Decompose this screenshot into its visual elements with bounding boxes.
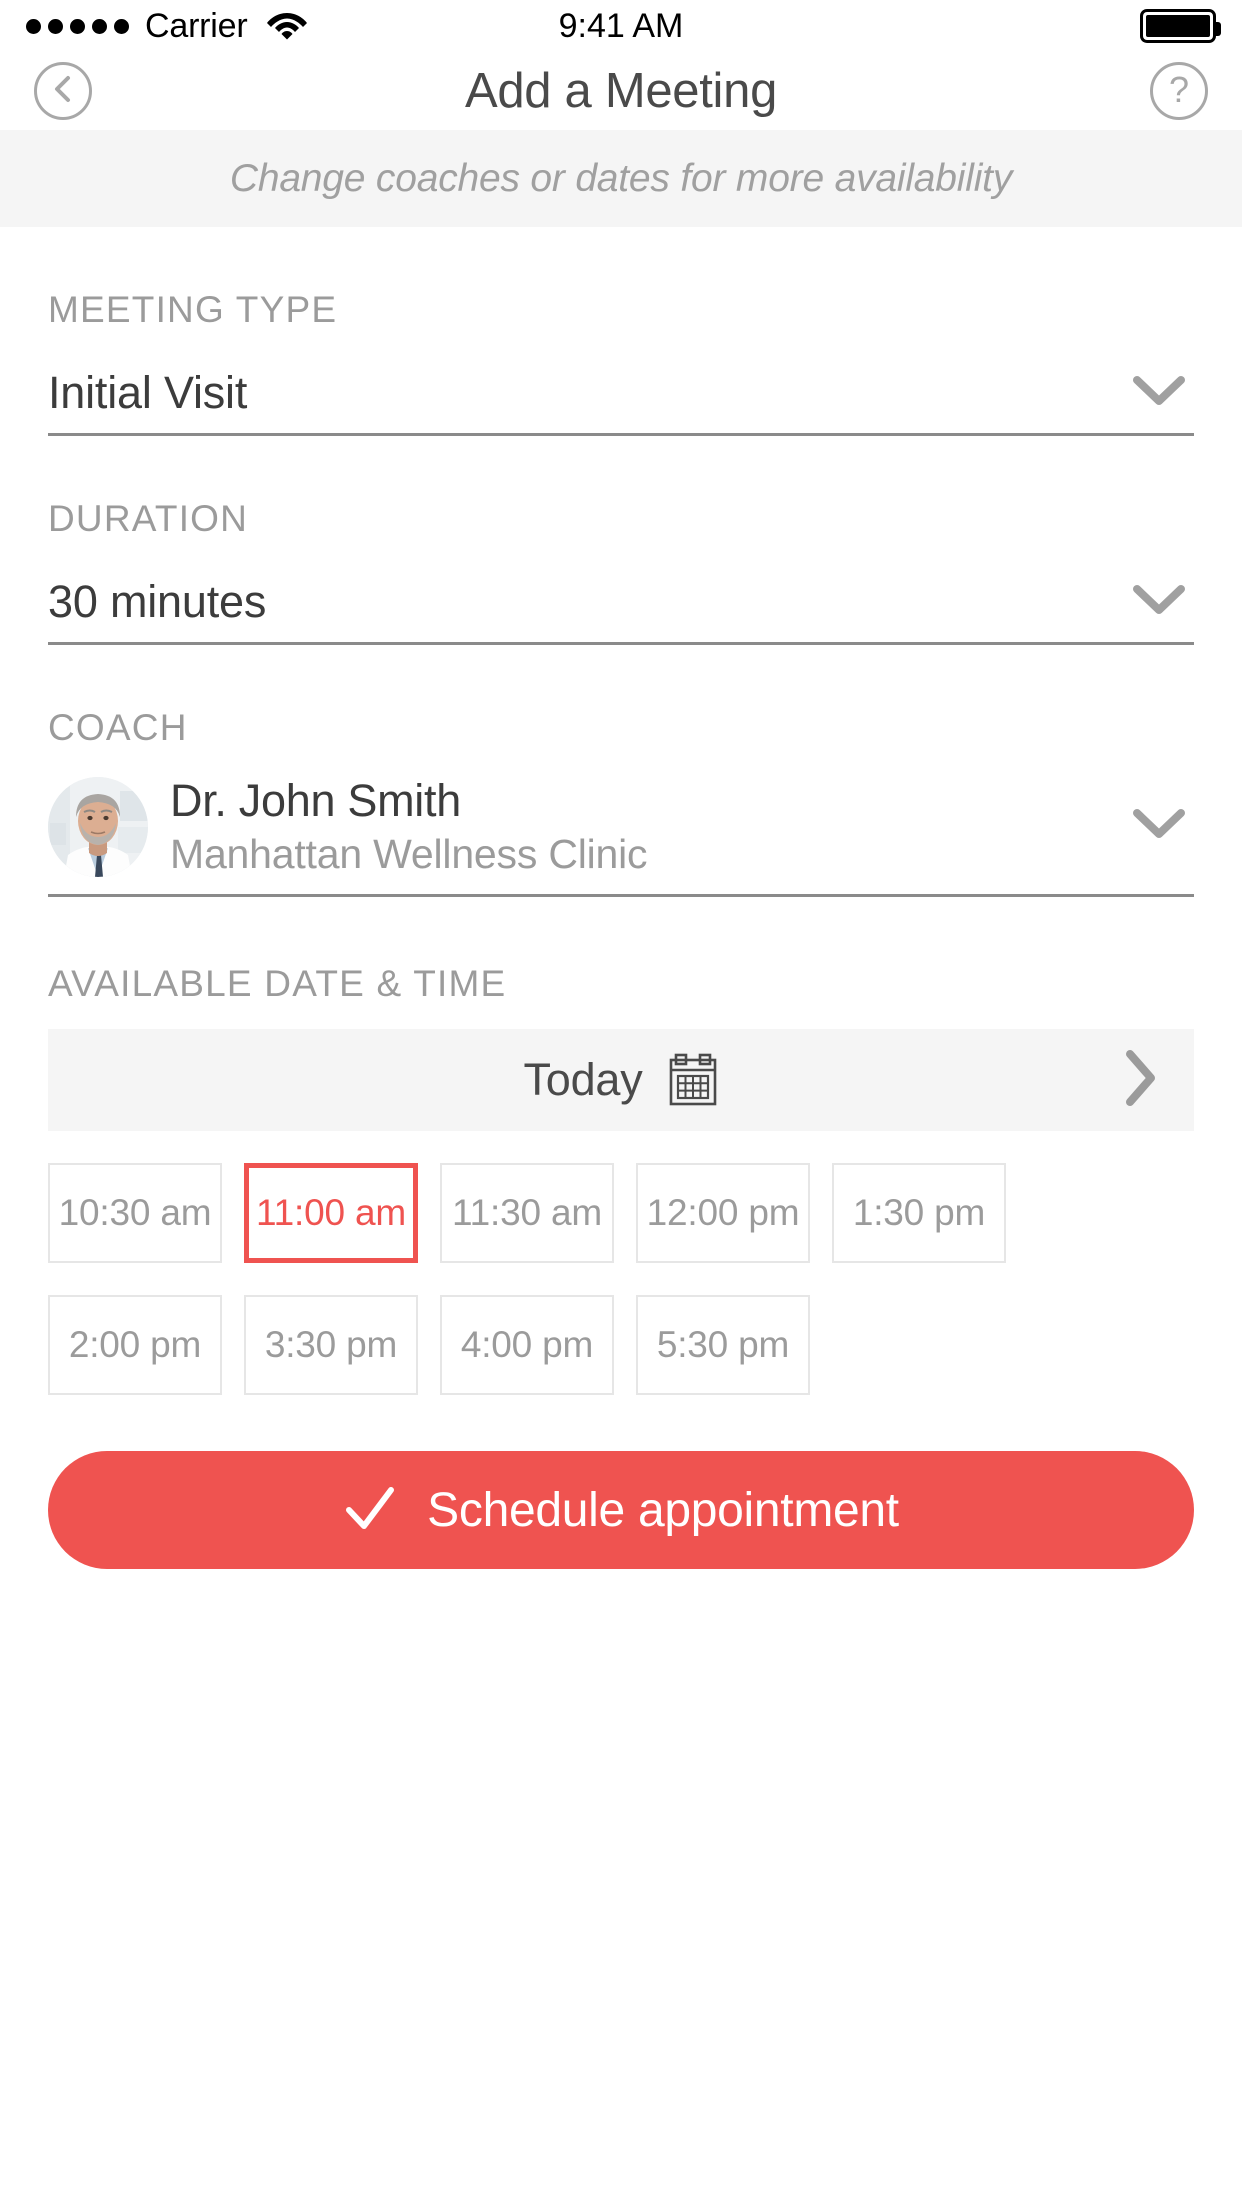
duration-group: DURATION 30 minutes [48,436,1194,645]
coach-group: COACH Dr. John Smith Manhattan Wellness … [48,645,1194,897]
navigation-bar: Add a Meeting ? [0,52,1242,130]
battery-cap [1215,22,1221,36]
battery-fill [1146,15,1210,37]
time-slot[interactable]: 12:00 pm [636,1163,810,1263]
banner-text: Change coaches or dates for more availab… [229,156,1013,200]
checkmark-icon [343,1483,397,1538]
page-title: Add a Meeting [464,64,778,118]
chevron-right-icon [1120,1048,1160,1113]
signal-strength-dots [26,18,129,34]
schedule-appointment-button[interactable]: Schedule appointment [48,1451,1194,1569]
chevron-down-icon [1132,583,1186,622]
help-button[interactable]: ? [1150,62,1208,120]
coach-info: Dr. John Smith Manhattan Wellness Clinic [170,775,648,878]
time-slot[interactable]: 2:00 pm [48,1295,222,1395]
signal-dot [114,18,129,34]
duration-select[interactable]: 30 minutes [48,554,1194,645]
meeting-type-select[interactable]: Initial Visit [48,345,1194,436]
carrier-label: Carrier [145,6,248,45]
schedule-appointment-label: Schedule appointment [427,1483,899,1537]
time-slot[interactable]: 10:30 am [48,1163,222,1263]
form-content: MEETING TYPE Initial Visit DURATION 30 m… [0,227,1242,1569]
time-slot[interactable]: 1:30 pm [832,1163,1006,1263]
question-mark-icon: ? [1168,69,1190,110]
duration-label: DURATION [48,498,249,539]
coach-clinic: Manhattan Wellness Clinic [170,831,648,877]
time-slot-grid: 10:30 am 11:00 am 11:30 am 12:00 pm 1:30… [48,1163,1194,1395]
back-button[interactable] [34,62,92,120]
date-selector-center: Today [48,1050,1194,1111]
meeting-type-label: MEETING TYPE [48,289,338,330]
chevron-down-icon [1132,807,1186,846]
availability-label: AVAILABLE DATE & TIME [48,963,507,1004]
coach-label: COACH [48,707,188,748]
battery-full-icon [1140,9,1221,43]
next-date-button[interactable] [1120,1048,1160,1113]
duration-value: 30 minutes [48,576,267,627]
coach-select[interactable]: Dr. John Smith Manhattan Wellness Clinic [48,761,1194,897]
signal-dot [48,18,63,34]
coach-name: Dr. John Smith [170,775,461,826]
chevron-down-icon [1132,374,1186,413]
time-slot[interactable]: 3:30 pm [244,1295,418,1395]
meeting-type-group: MEETING TYPE Initial Visit [48,227,1194,436]
cta-container: Schedule appointment [48,1395,1194,1569]
signal-dot [26,18,41,34]
time-slot[interactable]: 11:30 am [440,1163,614,1263]
meeting-type-value: Initial Visit [48,367,248,418]
status-bar: Carrier 9:41 AM [0,0,1242,52]
selected-date-label: Today [523,1054,643,1105]
wifi-icon [266,8,308,45]
time-slot[interactable]: 5:30 pm [636,1295,810,1395]
calendar-icon [667,1050,719,1111]
availability-hint-banner: Change coaches or dates for more availab… [0,130,1242,227]
status-bar-right [1140,9,1221,43]
time-slot-selected[interactable]: 11:00 am [244,1163,418,1263]
time-slot[interactable]: 4:00 pm [440,1295,614,1395]
coach-avatar-photo [48,776,148,877]
chevron-left-icon [50,73,76,110]
signal-dot [70,18,85,34]
date-selector-bar[interactable]: Today [48,1029,1194,1131]
signal-dot [92,18,107,34]
status-bar-left: Carrier [26,7,308,46]
